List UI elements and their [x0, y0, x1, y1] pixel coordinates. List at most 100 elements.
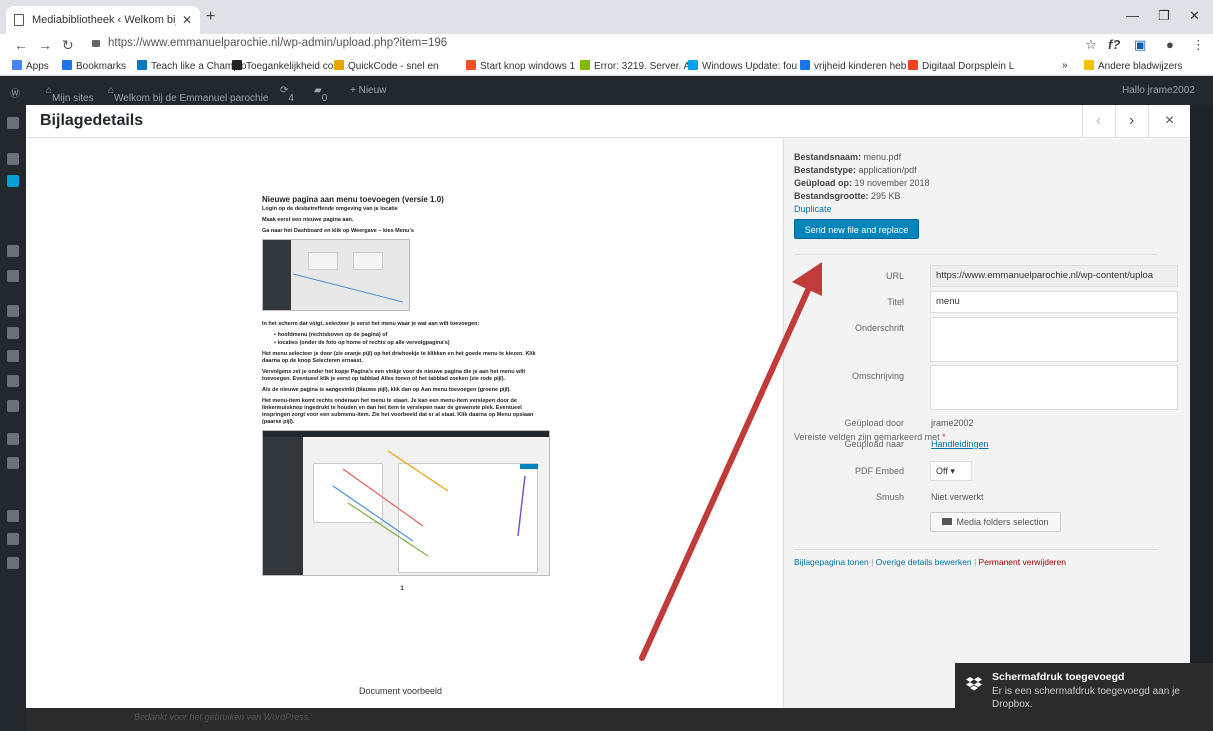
delete-permanently-link[interactable]: Permanent verwijderen	[979, 557, 1066, 567]
bookmark-item[interactable]: Toegankelijkheid con	[232, 60, 339, 72]
wp-admin-bar: Ⓦ ⌂ Mijn sites ⌂ Welkom bij de Emmanuel …	[0, 77, 1213, 105]
new-tab-button[interactable]: +	[206, 8, 215, 26]
bookmark-item[interactable]: Start knop windows 1	[466, 60, 575, 72]
title-label: Titel	[887, 297, 904, 307]
bookmark-item[interactable]: Digitaal Dorpsplein L	[908, 60, 1014, 72]
bookmark-item[interactable]: QuickCode - snel en	[334, 60, 439, 72]
media-icon[interactable]	[7, 175, 19, 187]
doc-text: Login op de desbetreffende omgeving van …	[262, 206, 398, 212]
url-text: https://www.emmanuelparochie.nl/wp-admin…	[108, 37, 448, 49]
plugin-menu-icon[interactable]	[7, 533, 19, 545]
plugin-menu-icon[interactable]	[7, 457, 19, 469]
my-sites-link[interactable]: ⌂ Mijn sites	[46, 85, 94, 104]
divider	[794, 549, 1158, 550]
doc-text: Ga naar het Dashboard en klik op Weergav…	[262, 228, 414, 234]
replace-file-button[interactable]: Send new file and replace	[794, 219, 919, 239]
modal-title: Bijlagedetails	[40, 112, 144, 129]
smush-status: Niet verwerkt	[931, 492, 984, 502]
plugins-icon[interactable]	[7, 327, 19, 339]
dashboard-icon[interactable]	[7, 117, 19, 129]
account-greeting[interactable]: Hallo jrame2002	[1122, 85, 1195, 96]
posts-icon[interactable]	[7, 153, 19, 165]
extension-icon[interactable]: f?	[1108, 37, 1120, 52]
window-close-icon[interactable]: ✕	[1189, 8, 1200, 24]
back-icon[interactable]: ←	[14, 37, 28, 53]
plugin-menu-icon[interactable]	[7, 510, 19, 522]
reload-icon[interactable]: ↻	[62, 37, 74, 54]
document-preview: Nieuwe pagina aan menu toevoegen (versie…	[26, 139, 782, 708]
edit-details-link[interactable]: Overige details bewerken	[876, 557, 972, 567]
comments-icon[interactable]	[7, 270, 19, 282]
bookmark-item[interactable]: Apps	[12, 60, 49, 72]
url-field[interactable]: https://www.emmanuelparochie.nl/wp-admin…	[92, 37, 447, 49]
description-textarea[interactable]	[930, 365, 1178, 410]
doc-screenshot-menus	[262, 430, 550, 576]
attachment-details-modal: Bijlagedetails ‹ › × Nieuwe pagina aan m…	[26, 105, 1190, 708]
previous-attachment-button[interactable]: ‹	[1082, 105, 1114, 138]
attachment-info-panel: Bestandsnaam: menu.pdf Bestandstype: app…	[783, 139, 1190, 708]
view-attachment-link[interactable]: Bijlagepagina tonen	[794, 557, 869, 567]
bookmark-item[interactable]: Bookmarks	[62, 60, 126, 72]
footer-thanks: Bedankt voor het gebruiken van WordPress…	[134, 712, 311, 722]
media-folders-button[interactable]: Media folders selection	[930, 512, 1061, 532]
url-field[interactable]: https://www.emmanuelparochie.nl/wp-conte…	[930, 265, 1178, 287]
star-icon	[800, 60, 810, 70]
bookmark-item[interactable]: vrijheid kinderen heb	[800, 60, 906, 72]
menu-icon[interactable]: ⋮	[1192, 37, 1205, 53]
duplicate-link[interactable]: Duplicate	[794, 204, 832, 214]
note-icon	[232, 60, 242, 70]
address-bar: ← → ↻ https://www.emmanuelparochie.nl/wp…	[0, 34, 1213, 56]
updates-link[interactable]: ⟳ 4	[280, 85, 294, 104]
site-name-link[interactable]: ⌂ Welkom bij de Emmanuel parochie	[108, 85, 268, 104]
cast-icon[interactable]: ▣	[1134, 37, 1146, 53]
restore-icon[interactable]: ❐	[1158, 8, 1170, 24]
bookmark-item[interactable]: Error: 3219. Server. A	[580, 60, 690, 72]
appearance-icon[interactable]	[7, 305, 19, 317]
comments-link[interactable]: ▰ 0	[314, 85, 327, 104]
document-caption: Document voorbeeld	[359, 686, 443, 696]
tools-icon[interactable]	[7, 375, 19, 387]
profile-icon[interactable]: ●	[1166, 37, 1174, 52]
joomla-icon	[908, 60, 918, 70]
plugin-menu-icon[interactable]	[7, 433, 19, 445]
doc-text: In het scherm dat volgt, selecteer je ee…	[262, 321, 480, 327]
close-tab-icon[interactable]: ✕	[182, 13, 192, 27]
users-icon[interactable]	[7, 350, 19, 362]
other-bookmarks[interactable]: Andere bladwijzers	[1084, 60, 1183, 72]
description-label: Omschrijving	[851, 371, 904, 381]
attachment-actions: Bijlagepagina tonen | Overige details be…	[794, 557, 1066, 567]
browser-tab[interactable]: Mediabibliotheek ‹ Welkom bij d ✕	[6, 6, 200, 34]
pages-icon[interactable]	[7, 245, 19, 257]
pdf-embed-label: PDF Embed	[854, 466, 904, 476]
bookmark-item[interactable]: Teach like a Champio	[137, 60, 247, 72]
more-bookmarks-button[interactable]: »	[1062, 60, 1068, 71]
doc-heading: Nieuwe pagina aan menu toevoegen (versie…	[262, 195, 444, 204]
doc-text: Het menu-item komt rechts onderaan het m…	[262, 398, 534, 425]
doc-text: Het menu selecteer je door (zie oranje p…	[262, 351, 536, 364]
smush-label: Smush	[875, 492, 904, 502]
minimize-icon[interactable]: —	[1126, 8, 1139, 23]
bookmarks-bar: Apps Bookmarks Teach like a Champio Toeg…	[0, 56, 1213, 76]
star-icon	[62, 60, 72, 70]
bookmark-item[interactable]: Windows Update: fou	[688, 60, 797, 72]
wordpress-logo-icon[interactable]: Ⓦ	[10, 85, 20, 100]
bookmark-star-icon[interactable]: ☆	[1085, 37, 1097, 53]
dropbox-notification[interactable]: Schermafdruk toegevoegd Er is een scherm…	[955, 663, 1213, 719]
dropbox-icon	[966, 677, 982, 691]
forward-icon[interactable]: →	[38, 37, 52, 53]
lock-icon	[92, 40, 100, 47]
collapse-menu-icon[interactable]	[7, 557, 19, 569]
new-content-link[interactable]: + Nieuw	[350, 85, 386, 96]
notification-message: Er is een schermafdruk toegevoegd aan je…	[992, 686, 1180, 710]
tab-title: Mediabibliotheek ‹ Welkom bij d	[32, 14, 176, 26]
shovel-icon	[334, 60, 344, 70]
close-modal-button[interactable]: ×	[1148, 105, 1190, 138]
next-attachment-button[interactable]: ›	[1115, 105, 1147, 138]
caption-textarea[interactable]	[930, 317, 1178, 362]
windows-icon	[688, 60, 698, 70]
doc-text: Vervolgens zet je onder het kopje Pagina…	[262, 369, 526, 382]
folder-icon	[942, 518, 953, 525]
title-input[interactable]: menu	[930, 291, 1178, 313]
settings-icon[interactable]	[7, 400, 19, 412]
pdf-embed-select[interactable]: Off ▾	[930, 461, 972, 481]
